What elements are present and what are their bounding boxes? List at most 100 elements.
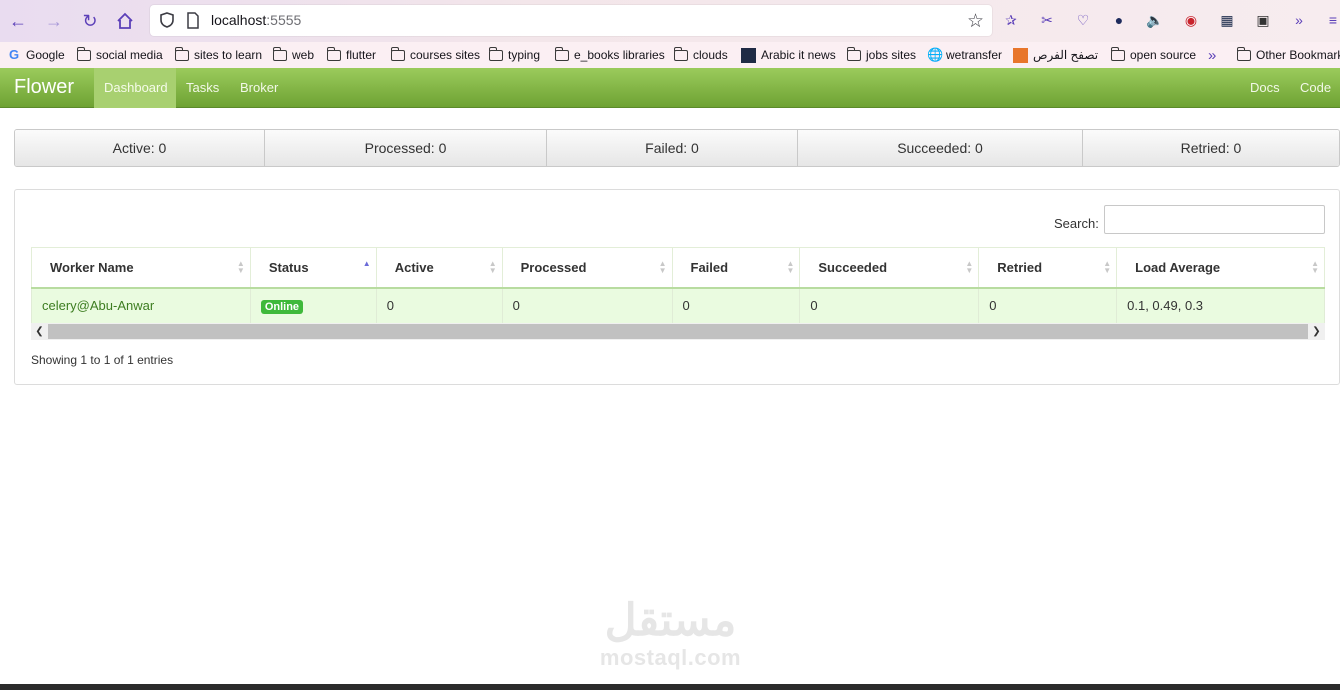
bookmark-clouds[interactable]: clouds bbox=[673, 46, 728, 64]
reload-icon[interactable]: ↻ bbox=[78, 9, 102, 33]
sort-icon: ▲ ▼ bbox=[1103, 259, 1112, 275]
bookmark-courses-sites[interactable]: courses sites bbox=[390, 46, 481, 64]
page-icon bbox=[187, 12, 199, 29]
google-icon: G bbox=[8, 47, 20, 62]
folder-icon bbox=[488, 46, 503, 61]
bookmark-flutter[interactable]: flutter bbox=[326, 46, 377, 64]
nav-docs[interactable]: Docs bbox=[1240, 68, 1290, 108]
bookmark-label: typing bbox=[508, 48, 541, 62]
shield-icon[interactable] bbox=[158, 11, 176, 29]
column-header-processed[interactable]: Processed ▲ ▼ bbox=[501, 247, 673, 289]
sort-icon: ▲ ▼ bbox=[236, 259, 245, 275]
search-label: Search: bbox=[1054, 216, 1099, 231]
bookmark-wetransfer[interactable]: 🌐 wetransfer bbox=[927, 46, 1002, 64]
sort-icon: ▲ ▼ bbox=[488, 259, 497, 275]
column-header-failed[interactable]: Failed ▲ ▼ bbox=[671, 247, 801, 289]
sort-ascending-icon: ▲ bbox=[362, 259, 371, 268]
bookmark-google[interactable]: G Google bbox=[7, 46, 65, 64]
bookmark-label: clouds bbox=[693, 48, 728, 62]
scrollbar-thumb[interactable] bbox=[48, 324, 1308, 339]
table-info: Showing 1 to 1 of 1 entries bbox=[31, 353, 174, 367]
processed-cell: 0 bbox=[501, 287, 673, 324]
flower-navbar: Flower Dashboard Tasks Broker Docs Code bbox=[0, 68, 1340, 108]
bookmark-label: flutter bbox=[346, 48, 377, 62]
back-icon[interactable]: ← bbox=[6, 9, 30, 33]
watermark-logo: مستقل mostaql.com bbox=[588, 596, 753, 670]
bookmark-jobs-sites[interactable]: jobs sites bbox=[846, 46, 917, 64]
bookmark-open-source[interactable]: open source bbox=[1110, 46, 1197, 64]
column-header-status[interactable]: Status ▲ bbox=[249, 247, 377, 289]
table-header-row: Worker Name ▲ ▼ Status ▲ Active ▲ ▼ Processed… bbox=[31, 247, 1325, 289]
bookmark-label: e_books libraries bbox=[574, 48, 665, 62]
column-header-load-average[interactable]: Load Average ▲ ▼ bbox=[1116, 247, 1325, 289]
table-row: celery@Abu-Anwar Online 0 0 0 0 0 0.1, 0… bbox=[31, 287, 1325, 324]
bookmark-label: courses sites bbox=[410, 48, 481, 62]
bookmark-arabic-it-news[interactable]: Arabic it news bbox=[741, 46, 836, 64]
worker-name-link[interactable]: celery@Abu-Anwar bbox=[31, 287, 251, 324]
pocket-icon[interactable]: ♡ bbox=[1073, 10, 1093, 30]
extension-star-icon[interactable]: ✰ bbox=[1001, 10, 1021, 30]
nav-tasks[interactable]: Tasks bbox=[176, 68, 229, 108]
column-header-worker-name[interactable]: Worker Name ▲ ▼ bbox=[31, 247, 251, 289]
pinterest-icon[interactable]: ◉ bbox=[1181, 10, 1201, 30]
column-label: Retried bbox=[997, 259, 1043, 275]
address-bar[interactable]: localhost:5555 ☆ bbox=[150, 5, 992, 36]
hamburger-menu-icon[interactable]: ≡ bbox=[1323, 10, 1340, 30]
bookmark-label: Google bbox=[26, 48, 65, 62]
forward-icon[interactable]: → bbox=[42, 9, 66, 33]
speaker-icon[interactable]: 🔈 bbox=[1145, 10, 1165, 30]
sort-icon: ▲ ▼ bbox=[658, 259, 667, 275]
bookmark-social-media[interactable]: social media bbox=[76, 46, 163, 64]
folder-icon bbox=[673, 46, 688, 61]
bookmark-opportunities[interactable]: تصفح الفرص bbox=[1013, 46, 1098, 64]
extension-screenshot-icon[interactable]: ✂ bbox=[1037, 10, 1057, 30]
search-input[interactable] bbox=[1104, 205, 1325, 234]
column-label: Status bbox=[268, 259, 309, 275]
site-icon bbox=[1013, 47, 1028, 63]
column-label: Failed bbox=[690, 259, 729, 275]
extension-globe-icon[interactable]: ● bbox=[1109, 10, 1129, 30]
overflow-menu-icon[interactable]: » bbox=[1289, 10, 1309, 30]
home-icon[interactable] bbox=[113, 9, 137, 33]
horizontal-scrollbar[interactable]: ❮ ❯ bbox=[31, 323, 1325, 340]
bookmark-ebooks-libraries[interactable]: e_books libraries bbox=[554, 46, 665, 64]
stat-failed[interactable]: Failed: 0 bbox=[547, 130, 798, 166]
column-header-succeeded[interactable]: Succeeded ▲ ▼ bbox=[799, 247, 980, 289]
bookmark-star-icon[interactable]: ☆ bbox=[967, 10, 984, 33]
scroll-left-icon[interactable]: ❮ bbox=[31, 323, 48, 340]
sort-icon: ▲ ▼ bbox=[786, 259, 795, 275]
nav-broker[interactable]: Broker bbox=[230, 68, 288, 108]
workers-table: Worker Name ▲ ▼ Status ▲ Active ▲ ▼ Processed… bbox=[31, 247, 1325, 324]
folder-icon bbox=[272, 46, 287, 61]
column-header-active[interactable]: Active ▲ ▼ bbox=[375, 247, 503, 289]
column-header-retried[interactable]: Retried ▲ ▼ bbox=[978, 247, 1118, 289]
stat-succeeded[interactable]: Succeeded: 0 bbox=[798, 130, 1083, 166]
stat-processed[interactable]: Processed: 0 bbox=[265, 130, 547, 166]
bookmark-label: sites to learn bbox=[194, 48, 263, 62]
bookmark-typing[interactable]: typing bbox=[488, 46, 541, 64]
extension-grid-icon[interactable]: ▦ bbox=[1217, 10, 1237, 30]
bookmark-web[interactable]: web bbox=[272, 46, 314, 64]
selenium-icon[interactable]: ▣ bbox=[1253, 10, 1273, 30]
stat-active[interactable]: Active: 0 bbox=[15, 130, 265, 166]
bookmarks-bar: G Google social media sites to learn web … bbox=[0, 42, 1340, 68]
bookmark-other-bookmarks[interactable]: Other Bookmarks bbox=[1236, 46, 1340, 64]
column-label: Succeeded bbox=[818, 259, 888, 275]
folder-icon bbox=[846, 46, 861, 61]
nav-code[interactable]: Code bbox=[1290, 68, 1340, 108]
watermark-arabic: مستقل bbox=[604, 596, 737, 645]
bookmark-sites-to-learn[interactable]: sites to learn bbox=[174, 46, 263, 64]
stat-retried[interactable]: Retried: 0 bbox=[1083, 130, 1339, 166]
bookmark-label: open source bbox=[1130, 48, 1197, 62]
bookmark-label: jobs sites bbox=[866, 48, 917, 62]
column-label: Worker Name bbox=[50, 259, 134, 275]
bookmarks-overflow-icon[interactable]: » bbox=[1208, 46, 1216, 64]
bookmark-label: تصفح الفرص bbox=[1033, 48, 1099, 62]
nav-dashboard[interactable]: Dashboard bbox=[94, 68, 176, 108]
url-text[interactable]: localhost:5555 bbox=[211, 12, 301, 28]
folder-icon bbox=[326, 46, 341, 61]
bookmark-label: Other Bookmarks bbox=[1256, 48, 1340, 62]
folder-icon bbox=[1236, 46, 1251, 61]
brand-logo[interactable]: Flower bbox=[14, 76, 74, 99]
scroll-right-icon[interactable]: ❯ bbox=[1308, 323, 1325, 340]
